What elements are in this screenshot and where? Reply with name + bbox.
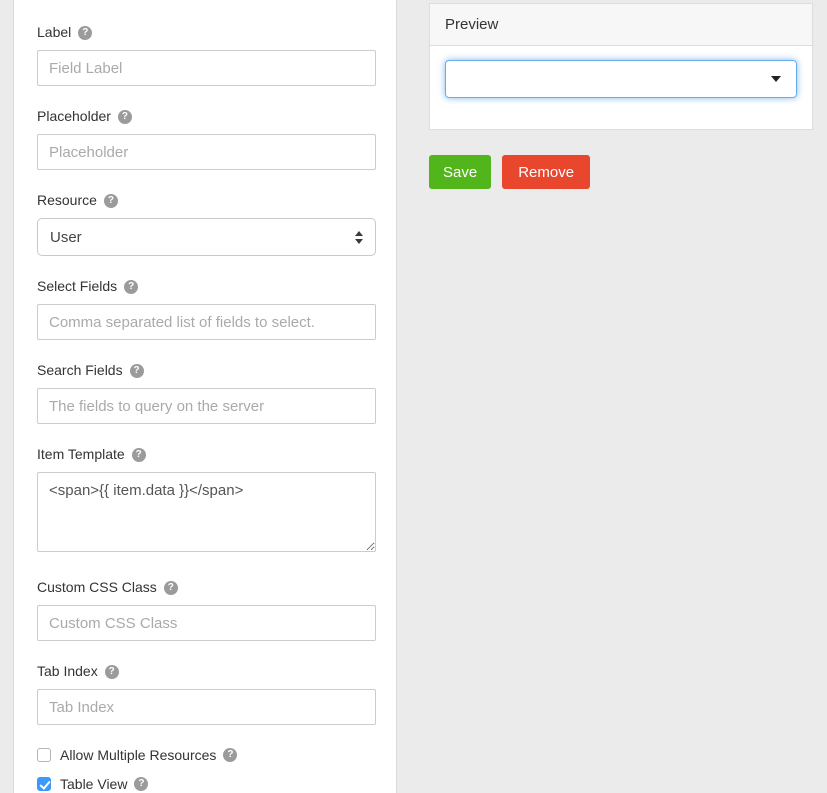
preview-column: Preview Save Remove [429,3,813,189]
table-view-label: Table View [60,776,149,792]
table-view-checkbox[interactable] [37,777,51,791]
resource-select[interactable]: User [37,218,376,256]
select-fields-group: Select Fields [37,278,376,340]
table-view-row: Table View [37,776,376,792]
preview-resource-select[interactable] [445,60,797,98]
field-settings-panel: Label Placeholder Resource User Select F… [13,0,397,793]
search-fields-label: Search Fields [37,362,376,379]
remove-button[interactable]: Remove [502,155,591,189]
label-input[interactable] [37,50,376,86]
allow-multiple-resources-label: Allow Multiple Resources [60,747,238,763]
search-fields-input[interactable] [37,388,376,424]
help-icon[interactable] [78,25,93,40]
custom-css-class-label: Custom CSS Class [37,579,376,596]
help-icon[interactable] [104,664,119,679]
item-template-label: Item Template [37,446,376,463]
help-icon[interactable] [163,580,178,595]
placeholder-field-label-text: Placeholder [37,108,111,124]
preview-panel: Preview [429,3,813,130]
help-icon[interactable] [223,748,238,762]
custom-css-class-group: Custom CSS Class [37,579,376,641]
label-field-group: Label [37,24,376,86]
placeholder-field-label: Placeholder [37,108,376,125]
tab-index-label-text: Tab Index [37,663,98,679]
tab-index-input[interactable] [37,689,376,725]
preview-title: Preview [445,16,499,33]
search-fields-group: Search Fields [37,362,376,424]
help-icon[interactable] [129,363,144,378]
label-field-label-text: Label [37,24,72,40]
help-icon[interactable] [117,109,132,124]
help-icon[interactable] [134,777,149,791]
select-stepper-icon [355,230,363,244]
table-view-label-text: Table View [60,776,128,792]
custom-css-class-label-text: Custom CSS Class [37,579,157,595]
action-buttons: Save Remove [429,155,813,189]
select-fields-label: Select Fields [37,278,376,295]
select-fields-label-text: Select Fields [37,278,118,294]
tab-index-label: Tab Index [37,663,376,680]
item-template-label-text: Item Template [37,446,125,462]
label-field-label: Label [37,24,376,41]
help-icon[interactable] [131,447,146,462]
item-template-textarea[interactable]: <span>{{ item.data }}</span> [37,472,376,552]
allow-multiple-resources-checkbox[interactable] [37,748,51,762]
placeholder-field-group: Placeholder [37,108,376,170]
select-fields-input[interactable] [37,304,376,340]
caret-down-icon [771,76,781,82]
preview-panel-header: Preview [430,4,812,46]
allow-multiple-resources-label-text: Allow Multiple Resources [60,747,217,763]
custom-css-class-input[interactable] [37,605,376,641]
placeholder-input[interactable] [37,134,376,170]
tab-index-group: Tab Index [37,663,376,725]
save-button[interactable]: Save [429,155,492,189]
resource-select-value: User [50,228,82,246]
resource-field-group: Resource User [37,192,376,256]
help-icon[interactable] [103,193,118,208]
resource-field-label: Resource [37,192,376,209]
help-icon[interactable] [124,279,139,294]
search-fields-label-text: Search Fields [37,362,123,378]
allow-multiple-resources-row: Allow Multiple Resources [37,747,376,763]
item-template-group: Item Template <span>{{ item.data }}</spa… [37,446,376,557]
resource-field-label-text: Resource [37,192,97,208]
preview-panel-body [430,46,812,129]
